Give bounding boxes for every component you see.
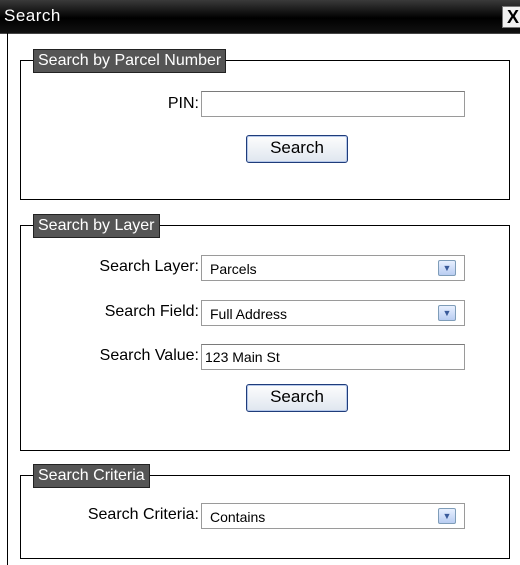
search-layer-select[interactable]: Parcels ▼ — [201, 255, 465, 281]
pin-input[interactable] — [201, 91, 465, 117]
title-bar: Search X — [0, 0, 520, 34]
pin-label: PIN: — [167, 95, 199, 112]
search-field-label: Search Field: — [104, 303, 199, 320]
chevron-down-icon[interactable]: ▼ — [438, 260, 456, 276]
criteria-group: Search Criteria Search Criteria: Contain… — [20, 464, 510, 559]
layer-search-legend: Search by Layer — [33, 214, 160, 238]
search-value-input[interactable]: 123 Main St — [201, 344, 465, 370]
search-criteria-label: Search Criteria: — [87, 506, 199, 523]
parcel-search-group: Search by Parcel Number PIN: Search — [20, 49, 510, 200]
search-layer-label: Search Layer: — [99, 258, 199, 275]
search-criteria-value: Contains — [210, 509, 266, 525]
window-title: Search — [4, 6, 61, 25]
criteria-legend: Search Criteria — [33, 464, 150, 488]
search-value-label: Search Value: — [99, 347, 199, 364]
chevron-down-icon[interactable]: ▼ — [438, 508, 456, 524]
parcel-search-button[interactable]: Search — [246, 135, 348, 163]
search-field-select[interactable]: Full Address ▼ — [201, 300, 465, 326]
layer-search-button[interactable]: Search — [246, 384, 348, 412]
close-icon[interactable]: X — [502, 6, 520, 28]
search-panel: Search by Parcel Number PIN: Search Sear… — [7, 33, 520, 565]
search-criteria-select[interactable]: Contains ▼ — [201, 503, 465, 529]
search-field-value: Full Address — [210, 306, 288, 322]
layer-search-group: Search by Layer Search Layer: Parcels ▼ … — [20, 214, 510, 451]
search-layer-value: Parcels — [210, 261, 257, 277]
chevron-down-icon[interactable]: ▼ — [438, 305, 456, 321]
parcel-search-legend: Search by Parcel Number — [33, 49, 227, 73]
